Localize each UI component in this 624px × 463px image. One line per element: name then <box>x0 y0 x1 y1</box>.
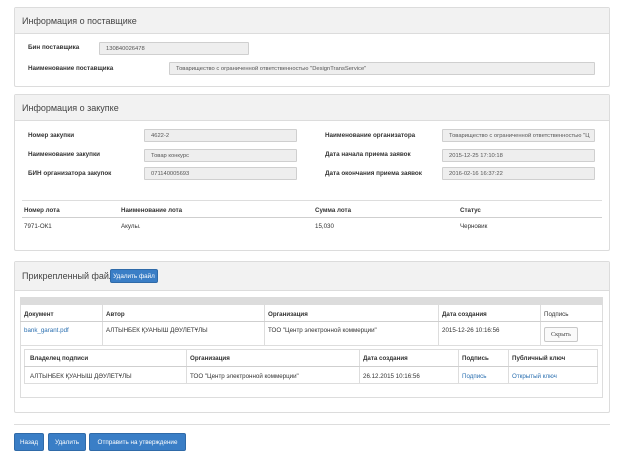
hide-button[interactable]: Скрыть <box>544 327 578 342</box>
files-header-document: Документ <box>24 311 54 318</box>
purchase-number-label: Номер закупки <box>28 132 75 139</box>
lots-row-status: Черновик <box>460 223 488 230</box>
sig-created: 26.12.2015 10:16:56 <box>363 373 420 380</box>
files-table-top-bar <box>20 297 603 305</box>
footer-divider <box>14 424 610 425</box>
supplier-name-field[interactable]: Товарищество с ограниченной ответственно… <box>169 62 595 75</box>
purchase-name-field[interactable]: Товар конкурс <box>144 149 297 162</box>
files-row-border <box>20 345 603 346</box>
lots-row-sum: 15,030 <box>315 223 334 230</box>
public-key-link[interactable]: Открытый ключ <box>512 373 557 380</box>
lots-header-sum: Сумма лота <box>315 207 352 214</box>
files-col-divider-2 <box>264 305 265 345</box>
sig-header-public-key: Публичный ключ <box>512 355 566 362</box>
files-header-border <box>20 321 603 322</box>
sig-header-owner: Владелец подписи <box>30 355 89 362</box>
files-header-signature: Подпись <box>544 311 569 318</box>
lots-table-header-border <box>22 217 602 218</box>
lots-header-name: Наименование лота <box>121 207 183 214</box>
sig-owner: АЛТЫНБЕК ҚУАНЫШ ДӘУЛЕТҰЛЫ <box>30 373 132 380</box>
supplier-bin-label: Бин поставщика <box>28 44 80 51</box>
attached-panel-title: Прикрепленный файл <box>22 271 115 281</box>
files-col-divider-1 <box>102 305 103 345</box>
signature-link[interactable]: Подпись <box>462 373 487 380</box>
submit-for-approval-button[interactable]: Отправить на утверждение <box>89 433 186 451</box>
files-col-divider-3 <box>438 305 439 345</box>
purchase-org-name-label: Наименование организатора <box>325 132 416 139</box>
file-created: 2015-12-26 10:16:56 <box>442 327 500 334</box>
files-header-author: Автор <box>106 311 125 318</box>
lots-header-status: Статус <box>460 207 481 214</box>
files-header-created: Дата создания <box>442 311 487 318</box>
purchase-start-label: Дата начала приема заявок <box>325 151 411 158</box>
lots-header-number: Номер лота <box>24 207 60 214</box>
purchase-org-bin-field[interactable]: 071140005693 <box>144 167 297 180</box>
supplier-name-label: Наименование поставщика <box>28 65 114 72</box>
sig-header-signature: Подпись <box>462 355 489 362</box>
purchase-end-label: Дата окончания приема заявок <box>325 170 422 177</box>
delete-file-button[interactable]: Удалить файл <box>110 269 158 283</box>
supplier-bin-field[interactable]: 130840026478 <box>99 42 249 55</box>
files-col-divider-4 <box>540 305 541 345</box>
lots-row-name: Акулы. <box>121 223 141 230</box>
purchase-name-label: Наименование закупки <box>28 151 100 158</box>
files-header-organization: Организация <box>268 311 308 318</box>
sig-header-organization: Организация <box>190 355 230 362</box>
file-organization: ТОО "Центр электронной коммерции" <box>268 327 377 334</box>
back-button[interactable]: Назад <box>14 433 44 451</box>
purchase-org-name-field[interactable]: Товарищество с ограниченной ответственно… <box>442 129 595 142</box>
delete-button[interactable]: Удалить <box>48 433 86 451</box>
purchase-start-field[interactable]: 2015-12-25 17:10:18 <box>442 149 595 162</box>
document-link[interactable]: bank_garant.pdf <box>24 327 69 334</box>
file-author: АЛТЫНБЕК ҚУАНЫШ ДӘУЛЕТҰЛЫ <box>106 327 208 334</box>
supplier-panel-title: Информация о поставщике <box>15 8 609 34</box>
purchase-number-field[interactable]: 4622-2 <box>144 129 297 142</box>
sig-organization: ТОО "Центр электронной коммерции" <box>190 373 299 380</box>
sig-header-created: Дата создания <box>363 355 408 362</box>
purchase-end-field[interactable]: 2016-02-16 16:37:22 <box>442 167 595 180</box>
lots-row-number: 7971-ОК1 <box>24 223 52 230</box>
attached-panel-header: Прикрепленный файл <box>15 262 609 291</box>
sig-header-border <box>24 366 598 367</box>
purchase-panel-title: Информация о закупке <box>15 95 609 121</box>
lots-table-top-border <box>22 200 602 201</box>
purchase-org-bin-label: БИН организатора закупок <box>28 170 112 177</box>
